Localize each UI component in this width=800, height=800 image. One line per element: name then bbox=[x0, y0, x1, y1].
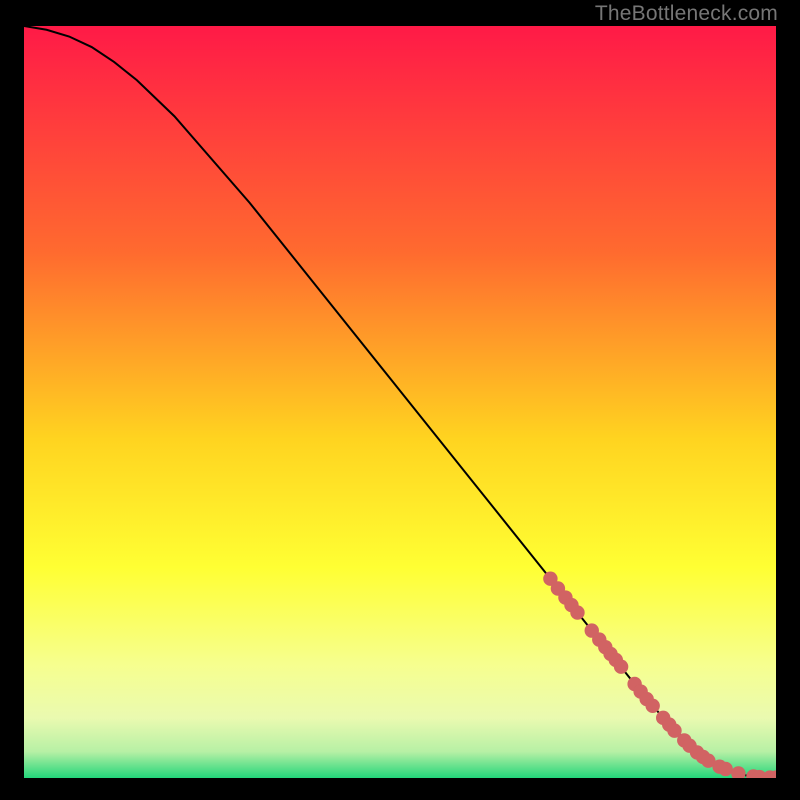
data-marker bbox=[718, 762, 732, 776]
chart-svg bbox=[24, 26, 776, 778]
gradient-bg bbox=[24, 26, 776, 778]
chart-frame: TheBottleneck.com bbox=[0, 0, 800, 800]
plot-area bbox=[24, 26, 776, 778]
watermark-text: TheBottleneck.com bbox=[595, 2, 778, 26]
data-marker bbox=[570, 605, 584, 619]
data-marker bbox=[614, 660, 628, 674]
data-marker bbox=[645, 699, 659, 713]
